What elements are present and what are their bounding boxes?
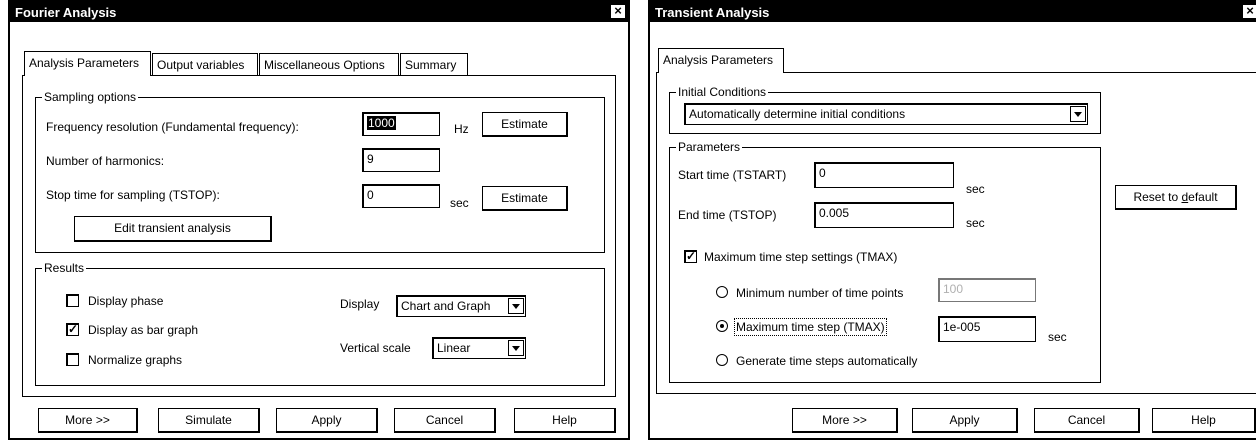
sampling-options-group: Sampling options Frequency resolution (F…	[35, 90, 605, 253]
estimate-frequency-button[interactable]: Estimate	[482, 112, 568, 137]
tab-analysis-parameters[interactable]: Analysis Parameters	[658, 48, 784, 73]
normalize-graphs-checkbox[interactable]	[66, 353, 79, 366]
display-bar-graph-label: Display as bar graph	[88, 323, 199, 337]
transient-title: Transient Analysis	[655, 5, 770, 20]
auto-time-steps-label: Generate time steps automatically	[736, 354, 918, 368]
harmonics-input[interactable]: 9	[362, 148, 440, 172]
reset-label-post: efault	[1188, 190, 1218, 204]
fourier-dialog: Fourier Analysis × Analysis Parameters O…	[8, 0, 630, 440]
freq-resolution-label: Frequency resolution (Fundamental freque…	[46, 120, 299, 134]
help-button[interactable]: Help	[514, 408, 616, 433]
display-label: Display	[340, 297, 380, 311]
edit-transient-analysis-button[interactable]: Edit transient analysis	[74, 216, 272, 242]
tab-output-variables[interactable]: Output variables	[152, 53, 258, 75]
initial-conditions-label: Initial Conditions	[676, 85, 769, 99]
max-time-step-label: Maximum time step (TMAX)	[734, 318, 887, 336]
min-time-points-label: Minimum number of time points	[736, 286, 904, 300]
more-button[interactable]: More >>	[792, 408, 898, 433]
display-phase-checkbox[interactable]	[66, 294, 79, 307]
parameters-group: Parameters Start time (TSTART) 0 sec End…	[669, 140, 1101, 383]
freq-resolution-input[interactable]: 1000	[362, 112, 440, 136]
auto-time-steps-radio[interactable]	[716, 354, 728, 366]
initial-conditions-group: Initial Conditions Automatically determi…	[669, 85, 1101, 134]
tab-label: Miscellaneous Options	[264, 58, 385, 72]
initial-conditions-select[interactable]: Automatically determine initial conditio…	[684, 103, 1088, 125]
display-select[interactable]: Chart and Graph	[396, 295, 526, 317]
parameters-label: Parameters	[676, 140, 743, 154]
freq-unit: Hz	[454, 122, 469, 136]
start-time-unit: sec	[966, 182, 985, 196]
fourier-title: Fourier Analysis	[15, 5, 117, 20]
harmonics-label: Number of harmonics:	[46, 154, 165, 168]
tab-label: Analysis Parameters	[29, 56, 140, 70]
end-time-label: End time (TSTOP)	[678, 208, 777, 222]
sampling-options-label: Sampling options	[42, 90, 139, 104]
fourier-titlebar: Fourier Analysis ×	[10, 2, 628, 22]
max-time-step-input[interactable]: 1e-005	[938, 316, 1036, 342]
transient-dialog: Transient Analysis × Analysis Parameters…	[648, 0, 1256, 440]
normalize-graphs-label: Normalize graphs	[88, 353, 183, 367]
tmax-checkbox[interactable]: ✓	[684, 250, 697, 263]
stop-time-input[interactable]: 0	[362, 184, 440, 208]
apply-button[interactable]: Apply	[276, 408, 378, 433]
close-icon[interactable]: ×	[1242, 4, 1256, 19]
freq-resolution-value: 1000	[367, 116, 396, 130]
tab-summary[interactable]: Summary	[400, 53, 468, 75]
simulate-button[interactable]: Simulate	[158, 408, 260, 433]
display-phase-label: Display phase	[88, 294, 164, 308]
max-time-step-unit: sec	[1048, 330, 1067, 344]
chevron-down-icon[interactable]	[508, 298, 524, 314]
estimate-stop-time-button[interactable]: Estimate	[482, 186, 568, 211]
max-time-step-radio[interactable]	[716, 320, 728, 332]
reset-to-default-button[interactable]: Reset to default	[1115, 185, 1237, 210]
stop-time-label: Stop time for sampling (TSTOP):	[46, 188, 220, 202]
min-time-points-radio[interactable]	[716, 286, 728, 298]
min-time-points-input[interactable]: 100	[938, 278, 1036, 302]
tab-analysis-parameters[interactable]: Analysis Parameters	[24, 51, 151, 76]
more-button[interactable]: More >>	[38, 408, 138, 433]
stop-time-unit: sec	[450, 196, 469, 210]
vertical-scale-select[interactable]: Linear	[432, 337, 526, 359]
transient-tab-panel: Initial Conditions Automatically determi…	[656, 72, 1256, 394]
help-button[interactable]: Help	[1152, 408, 1256, 433]
chevron-down-icon[interactable]	[508, 340, 524, 356]
cancel-button[interactable]: Cancel	[1034, 408, 1140, 433]
end-time-unit: sec	[966, 216, 985, 230]
results-label: Results	[42, 261, 87, 275]
tab-label: Output variables	[157, 58, 245, 72]
initial-conditions-value: Automatically determine initial conditio…	[689, 107, 906, 121]
tab-label: Analysis Parameters	[663, 53, 774, 67]
reset-label-pre: Reset to	[1133, 190, 1182, 204]
start-time-input[interactable]: 0	[814, 162, 954, 188]
end-time-input[interactable]: 0.005	[814, 202, 954, 228]
results-group: Results Display phase ✓ Display as bar g…	[35, 261, 605, 386]
close-icon[interactable]: ×	[610, 4, 626, 19]
tab-label: Summary	[405, 58, 457, 72]
start-time-label: Start time (TSTART)	[678, 168, 787, 182]
fourier-tab-panel: Sampling options Frequency resolution (F…	[22, 75, 616, 397]
chevron-down-icon[interactable]	[1070, 106, 1086, 122]
display-select-value: Chart and Graph	[401, 299, 491, 313]
vertical-scale-label: Vertical scale	[340, 341, 411, 355]
tmax-label: Maximum time step settings (TMAX)	[704, 250, 898, 264]
apply-button[interactable]: Apply	[912, 408, 1018, 433]
vertical-scale-value: Linear	[437, 341, 471, 355]
display-bar-graph-checkbox[interactable]: ✓	[66, 323, 79, 336]
transient-titlebar: Transient Analysis ×	[650, 2, 1256, 22]
tab-miscellaneous-options[interactable]: Miscellaneous Options	[259, 53, 399, 75]
cancel-button[interactable]: Cancel	[394, 408, 496, 433]
